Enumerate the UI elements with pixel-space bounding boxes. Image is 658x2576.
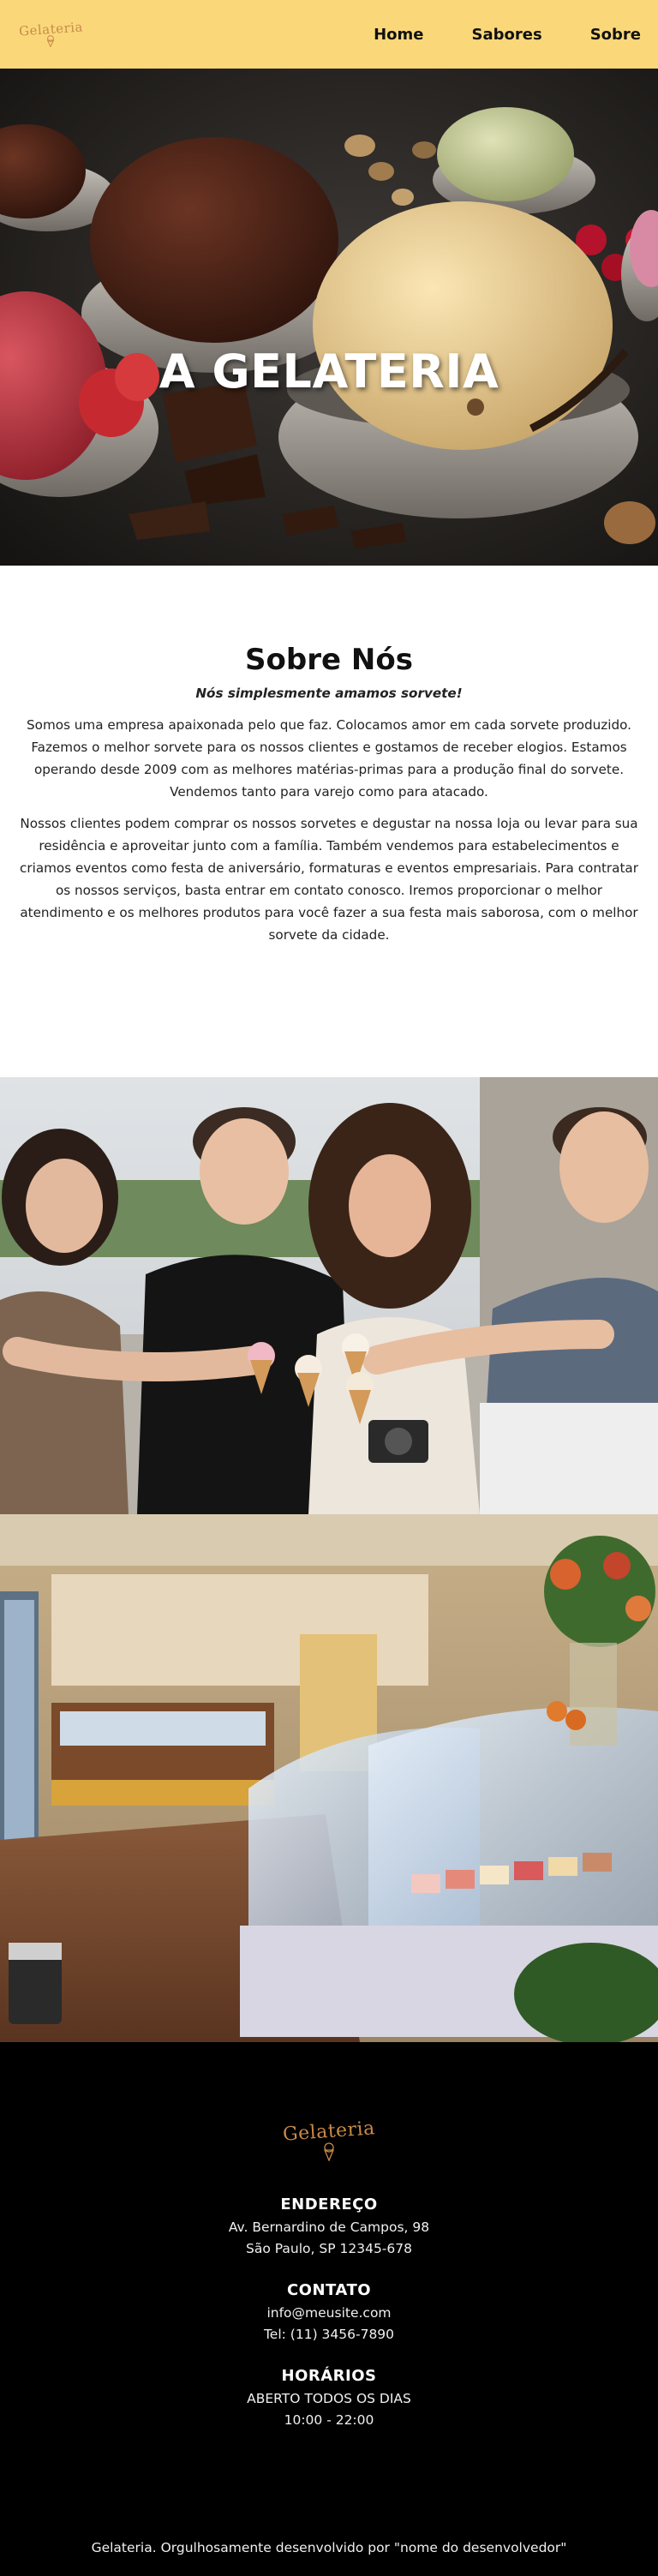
footer-contact: CONTATO info@meusite.com Tel: (11) 3456-… <box>0 2281 658 2345</box>
nav-link-home[interactable]: Home <box>374 26 423 44</box>
footer-address-line: São Paulo, SP 12345-678 <box>246 2241 412 2256</box>
gelato-shop-interior-image <box>0 1514 658 2042</box>
about-paragraph: Nossos clientes podem comprar os nossos … <box>20 816 638 943</box>
hero-title: A GELATERIA <box>159 344 499 398</box>
friends-ice-cream-image <box>0 1077 658 1514</box>
footer-phone: Tel: (11) 3456-7890 <box>263 2327 395 2342</box>
ice-cream-bowls-image <box>0 69 658 566</box>
site-header: Gelateria Home Sabores Sobre <box>0 0 658 69</box>
about-paragraph: Somos uma empresa apaixonada pelo que fa… <box>27 717 631 800</box>
footer-hours-line: ABERTO TODOS OS DIAS <box>247 2391 411 2406</box>
site-footer: Gelateria ENDEREÇO Av. Bernardino de Cam… <box>0 2042 658 2576</box>
footer-contact-heading: CONTATO <box>286 2281 372 2299</box>
footer-credit: Gelateria. Orgulhosamente desenvolvido p… <box>91 2540 567 2555</box>
nav-link-sobre[interactable]: Sobre <box>590 26 641 44</box>
shop-photo <box>0 1514 658 2042</box>
footer-address-heading: ENDEREÇO <box>280 2196 378 2214</box>
about-section: Sobre Nós Nós simplesmente amamos sorvet… <box>0 566 658 1077</box>
footer-address: ENDEREÇO Av. Bernardino de Campos, 98 Sã… <box>0 2196 658 2260</box>
friends-photo <box>0 1077 658 1514</box>
about-title: Sobre Nós <box>245 643 413 677</box>
footer-email-link[interactable]: info@meusite.com <box>0 2303 658 2324</box>
footer-hours-line: 10:00 - 22:00 <box>284 2412 374 2428</box>
ice-cream-cone-icon <box>324 2142 334 2161</box>
nav-link-sabores[interactable]: Sabores <box>472 26 542 44</box>
footer-address-line: Av. Bernardino de Campos, 98 <box>228 2220 430 2235</box>
footer-logo: Gelateria <box>282 2118 376 2161</box>
about-subtitle: Nós simplesmente amamos sorvete! <box>195 686 463 701</box>
footer-hours-heading: HORÁRIOS <box>281 2367 377 2385</box>
footer-hours: HORÁRIOS ABERTO TODOS OS DIAS 10:00 - 22… <box>0 2367 658 2431</box>
footer-logo-text: Gelateria <box>282 2118 376 2146</box>
main-nav: Home Sabores Sobre <box>374 26 641 44</box>
logo-text: Gelateria <box>18 19 84 39</box>
hero-banner: A GELATERIA <box>0 69 658 566</box>
site-logo[interactable]: Gelateria <box>18 19 84 47</box>
